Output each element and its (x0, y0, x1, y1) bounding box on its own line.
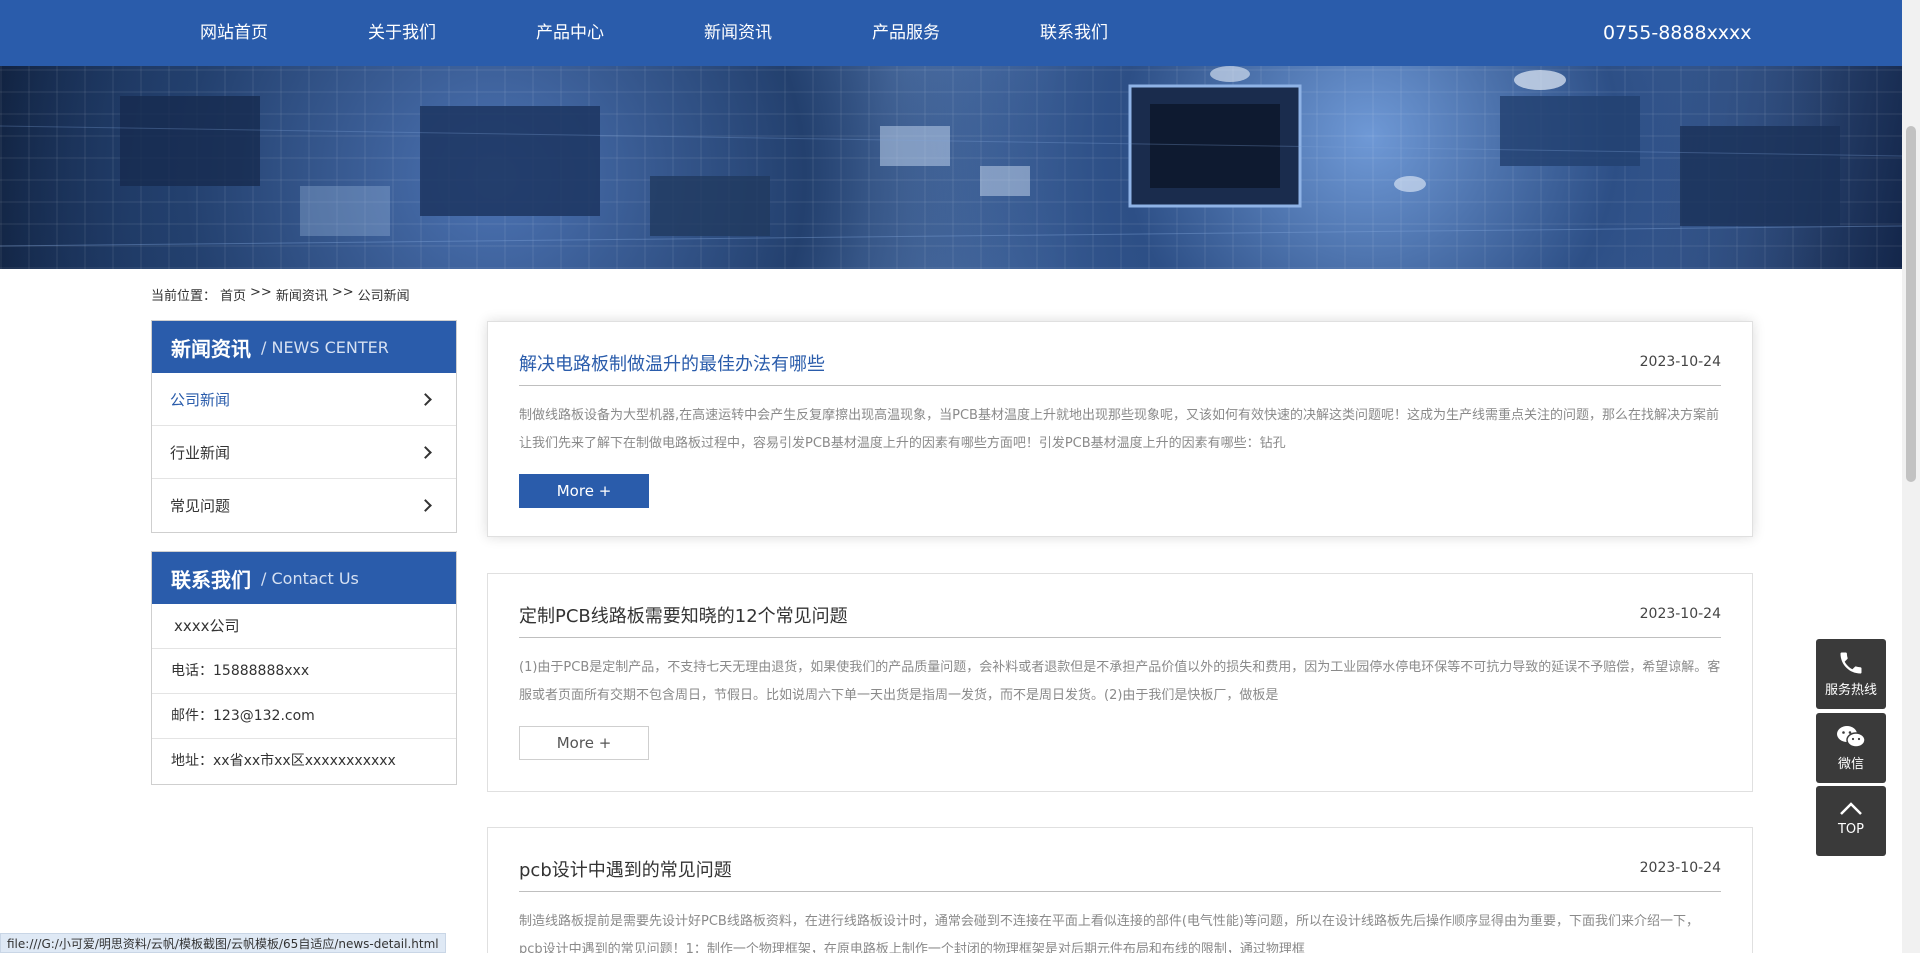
news-category-header: 新闻资讯 / NEWS CENTER (152, 321, 456, 373)
contact-subtitle: / Contact Us (261, 568, 359, 588)
status-url: file:///G:/小可爱/明思资料/云帆/模板截图/云帆模板/65自适应/n… (0, 933, 446, 953)
divider (519, 891, 1721, 892)
contact-address: 地址：xx省xx市xx区xxxxxxxxxxx (171, 753, 396, 769)
news-title[interactable]: 解决电路板制做温升的最佳办法有哪些 (519, 350, 825, 376)
news-summary: 制做线路板设备为大型机器,在高速运转中会产生反复摩擦出现高温现象，当PCB基材温… (519, 408, 1719, 451)
chevron-right-icon (419, 499, 432, 512)
sidebar-item-faq[interactable]: 常见问题 (152, 479, 456, 532)
nav-menu: 网站首页 关于我们 产品中心 新闻资讯 产品服务 联系我们 (150, 0, 1158, 66)
breadcrumb-prefix: 当前位置： (151, 289, 217, 304)
news-summary: 制造线路板提前是需要先设计好PCB线路板资料，在进行线路板设计时，通常会碰到不连… (519, 914, 1699, 953)
nav-item-products[interactable]: 产品中心 (486, 0, 654, 66)
nav-item-contact[interactable]: 联系我们 (990, 0, 1158, 66)
sidebar-item-label: 行业新闻 (170, 443, 231, 462)
chevron-right-icon (419, 445, 432, 459)
hotline-button[interactable]: 服务热线 (1816, 639, 1886, 709)
news-card[interactable]: pcb设计中遇到的常见问题 2023-10-24 制造线路板提前是需要先设计好P… (487, 827, 1753, 953)
hotline-label: 服务热线 (1824, 683, 1877, 698)
top-nav: 网站首页 关于我们 产品中心 新闻资讯 产品服务 联系我们 0755-8888x… (0, 0, 1902, 66)
wechat-icon (1837, 726, 1866, 748)
news-summary: (1)由于PCB是定制产品，不支持七天无理由退货，如果使我们的产品质量问题，会补… (519, 660, 1721, 703)
news-card[interactable]: 解决电路板制做温升的最佳办法有哪些 2023-10-24 制做线路板设备为大型机… (487, 321, 1753, 537)
divider (519, 637, 1721, 638)
nav-item-news[interactable]: 新闻资讯 (654, 0, 822, 66)
page-scrollbar[interactable] (1902, 0, 1920, 953)
breadcrumb: 当前位置： 首页 >> 新闻资讯 >> 公司新闻 (151, 285, 410, 304)
sidebar-item-industry-news[interactable]: 行业新闻 (152, 426, 456, 479)
contact-title: 联系我们 (171, 567, 251, 592)
sidebar-item-label: 常见问题 (170, 497, 231, 515)
breadcrumb-news[interactable]: 新闻资讯 (276, 285, 328, 304)
news-title[interactable]: 定制PCB线路板需要知晓的12个常见问题 (519, 602, 848, 628)
scrollbar-thumb[interactable] (1906, 126, 1916, 482)
nav-item-services[interactable]: 产品服务 (822, 0, 990, 66)
contact-phone: 电话：15888888xxx (152, 649, 456, 694)
news-date: 2023-10-24 (1639, 354, 1721, 370)
sidebar-item-company-news[interactable]: 公司新闻 (152, 373, 456, 426)
sidebar-item-label: 公司新闻 (170, 390, 231, 409)
phone-icon (1840, 652, 1862, 674)
news-category-panel: 新闻资讯 / NEWS CENTER 公司新闻 行业新闻 常见问题 (151, 320, 457, 533)
chevron-up-icon (1840, 802, 1862, 815)
news-title[interactable]: pcb设计中遇到的常见问题 (519, 856, 732, 882)
news-date: 2023-10-24 (1639, 860, 1721, 876)
wechat-button[interactable]: 微信 (1816, 713, 1886, 783)
more-button[interactable]: More + (519, 726, 649, 760)
breadcrumb-current[interactable]: 公司新闻 (358, 285, 410, 304)
news-category-subtitle: / NEWS CENTER (261, 337, 389, 357)
top-label: TOP (1837, 822, 1864, 837)
nav-item-home[interactable]: 网站首页 (150, 0, 318, 66)
banner-image (0, 66, 1902, 269)
wechat-label: 微信 (1837, 757, 1864, 772)
divider (519, 385, 1721, 386)
news-card[interactable]: 定制PCB线路板需要知晓的12个常见问题 2023-10-24 (1)由于PCB… (487, 573, 1753, 792)
back-to-top-button[interactable]: TOP (1816, 786, 1886, 856)
contact-company: xxxx公司 (152, 604, 456, 649)
breadcrumb-sep: >> (250, 285, 272, 300)
contact-email: 邮件：123@132.com (152, 694, 456, 739)
chevron-right-icon (419, 392, 432, 406)
circuit-board-illustration (0, 66, 1902, 247)
breadcrumb-home[interactable]: 首页 (220, 285, 246, 304)
news-category-title: 新闻资讯 (171, 336, 251, 361)
contact-header: 联系我们 / Contact Us (152, 552, 456, 604)
nav-item-about[interactable]: 关于我们 (318, 0, 486, 66)
breadcrumb-sep: >> (331, 285, 354, 300)
nav-phone: 0755-8888xxxx (1603, 22, 1752, 44)
contact-panel: 联系我们 / Contact Us xxxx公司 电话：15888888xxx … (151, 551, 457, 785)
news-date: 2023-10-24 (1639, 606, 1721, 622)
more-button[interactable]: More + (519, 474, 649, 508)
